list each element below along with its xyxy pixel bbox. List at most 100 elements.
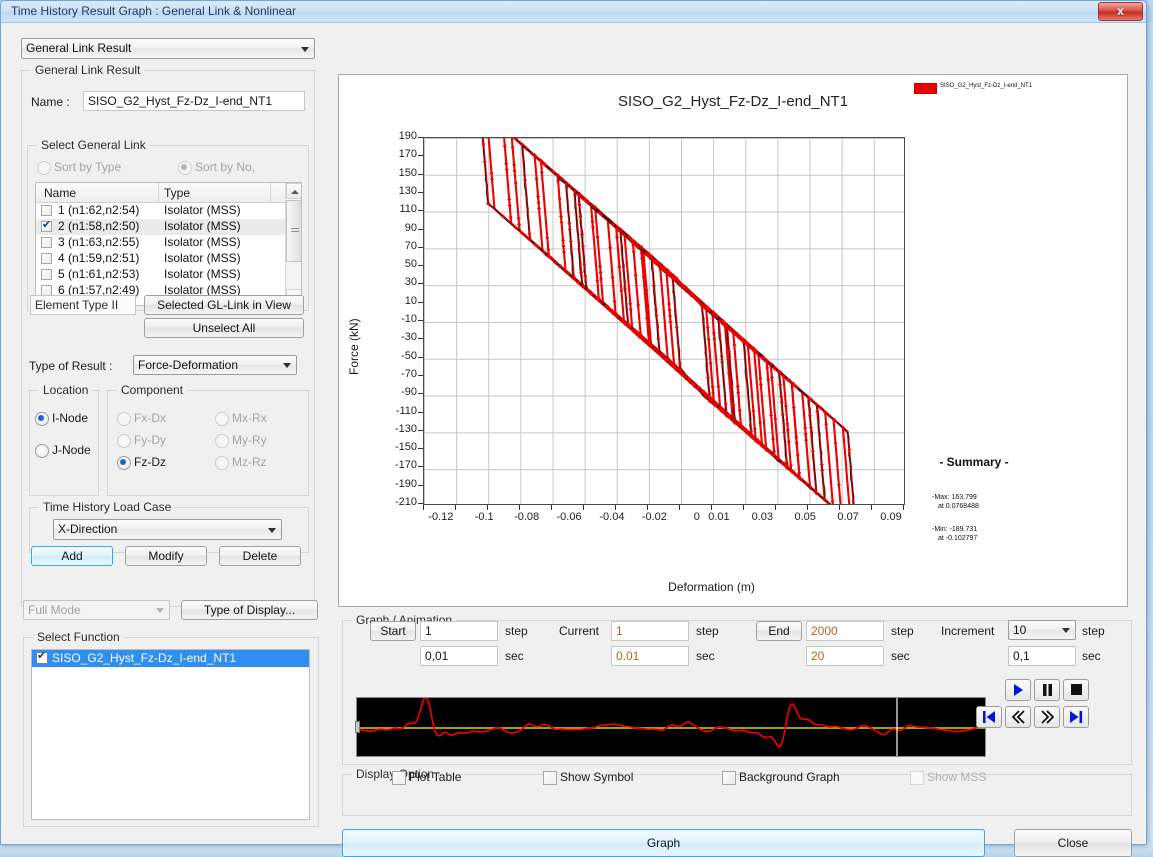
data-point-marker bbox=[656, 337, 660, 341]
data-point-marker bbox=[632, 249, 636, 253]
end-step-field[interactable]: 2000 bbox=[806, 621, 884, 641]
component-fy-dy-radio[interactable]: Fy-Dy bbox=[117, 433, 166, 447]
component-fz-dz-radio[interactable]: Fz-Dz bbox=[117, 455, 166, 469]
scrollbar-thumb[interactable] bbox=[286, 200, 302, 262]
y-tick-label: -170 bbox=[377, 459, 417, 471]
x-tick-label: -0.08 bbox=[506, 511, 548, 523]
row-checkbox[interactable] bbox=[41, 253, 52, 264]
load-case-combo[interactable]: X-Direction bbox=[53, 519, 282, 540]
row-type: Isolator (MSS) bbox=[164, 219, 241, 233]
x-tick-label: -0.06 bbox=[548, 511, 590, 523]
name-label: Name : bbox=[31, 95, 70, 109]
background-graph-checkbox[interactable]: Background Graph bbox=[722, 770, 840, 784]
time-history-result-dialog: Time History Result Graph : General Link… bbox=[0, 0, 1147, 845]
header-separator bbox=[158, 183, 159, 203]
start-sec-unit: sec bbox=[505, 649, 524, 663]
pause-button[interactable] bbox=[1034, 679, 1060, 701]
list-item[interactable]: SISO_G2_Hyst_Fz-Dz_I-end_NT1 bbox=[32, 650, 309, 667]
current-sec-unit: sec bbox=[696, 649, 715, 663]
step-forward-button[interactable] bbox=[1034, 706, 1060, 728]
data-point-marker bbox=[711, 391, 715, 395]
mode-combo[interactable]: Full Mode bbox=[23, 600, 170, 620]
function-list[interactable]: SISO_G2_Hyst_Fz-Dz_I-end_NT1 bbox=[31, 649, 310, 820]
modify-button[interactable]: Modify bbox=[125, 546, 207, 566]
start-sec-field[interactable]: 0,01 bbox=[420, 646, 498, 666]
data-point-marker bbox=[712, 337, 716, 341]
component-mz-rz-radio[interactable]: Mz-Rz bbox=[215, 455, 267, 469]
data-point-marker bbox=[785, 422, 789, 426]
stop-button[interactable] bbox=[1063, 679, 1089, 701]
close-button[interactable]: Close bbox=[1014, 829, 1132, 857]
y-tick-label: 150 bbox=[377, 167, 417, 179]
window-close-button[interactable]: x bbox=[1098, 2, 1143, 21]
delete-button[interactable]: Delete bbox=[219, 546, 301, 566]
data-point-marker bbox=[789, 464, 793, 468]
increment-sec-field[interactable]: 0,1 bbox=[1008, 646, 1076, 666]
data-point-marker bbox=[720, 354, 724, 358]
table-row[interactable]: 1 (n1:62,n2:54) Isolator (MSS) bbox=[36, 203, 301, 219]
end-button[interactable]: End bbox=[756, 621, 802, 641]
function-checkbox[interactable] bbox=[36, 652, 48, 664]
row-checkbox[interactable] bbox=[41, 205, 52, 216]
show-mss-checkbox[interactable]: Show MSS bbox=[910, 770, 986, 784]
type-of-result-combo[interactable]: Force-Deformation bbox=[133, 355, 297, 375]
hysteresis-loop bbox=[616, 225, 833, 504]
animation-position-handle[interactable] bbox=[355, 721, 360, 733]
time-history-animation-strip[interactable] bbox=[356, 697, 986, 757]
data-point-marker bbox=[536, 195, 540, 199]
link-name-field[interactable]: SISO_G2_Hyst_Fz-Dz_I-end_NT1 bbox=[83, 91, 305, 111]
start-step-field[interactable]: 1 bbox=[420, 621, 498, 641]
row-checkbox[interactable] bbox=[41, 237, 52, 248]
play-button[interactable] bbox=[1005, 679, 1031, 701]
location-i-node-radio[interactable]: I-Node bbox=[35, 411, 88, 425]
list-header: Name Type bbox=[36, 183, 301, 203]
show-symbol-checkbox[interactable]: Show Symbol bbox=[543, 770, 633, 784]
component-fx-dx-radio[interactable]: Fx-Dx bbox=[117, 411, 166, 425]
data-point-marker bbox=[508, 203, 512, 207]
row-checkbox[interactable] bbox=[41, 221, 52, 232]
add-button[interactable]: Add bbox=[31, 546, 113, 566]
increment-combo[interactable]: 10 bbox=[1008, 620, 1076, 640]
data-point-marker bbox=[561, 244, 565, 248]
type-of-display-button[interactable]: Type of Display... bbox=[181, 600, 318, 620]
chevron-down-icon bbox=[156, 608, 164, 613]
first-step-button[interactable] bbox=[976, 706, 1002, 728]
table-row[interactable]: 3 (n1:63,n2:55) Isolator (MSS) bbox=[36, 235, 301, 251]
current-step-field[interactable]: 1 bbox=[611, 621, 689, 641]
row-type: Isolator (MSS) bbox=[164, 203, 241, 217]
data-point-marker bbox=[654, 313, 658, 317]
list-scrollbar[interactable] bbox=[285, 183, 301, 305]
data-point-marker bbox=[847, 503, 851, 504]
component-mx-rx-radio[interactable]: Mx-Rx bbox=[215, 411, 267, 425]
scroll-up-button[interactable] bbox=[286, 183, 302, 199]
selected-gl-link-in-view-button[interactable]: Selected GL-Link in View bbox=[144, 295, 304, 315]
component-my-ry-radio[interactable]: My-Ry bbox=[215, 433, 267, 447]
data-point-marker bbox=[514, 181, 518, 185]
result-type-combo[interactable]: General Link Result bbox=[21, 38, 315, 59]
current-sec-field[interactable]: 0.01 bbox=[611, 646, 689, 666]
last-step-button[interactable] bbox=[1063, 706, 1089, 728]
graph-button[interactable]: Graph bbox=[342, 829, 985, 857]
unselect-all-button[interactable]: Unselect All bbox=[144, 318, 304, 338]
table-row[interactable]: 4 (n1:59,n2:51) Isolator (MSS) bbox=[36, 251, 301, 267]
start-button[interactable]: Start bbox=[370, 621, 416, 641]
end-sec-field[interactable]: 20 bbox=[806, 646, 884, 666]
data-point-marker bbox=[595, 279, 599, 283]
data-point-marker bbox=[537, 201, 541, 205]
step-back-button[interactable] bbox=[1005, 706, 1031, 728]
location-j-node-radio[interactable]: J-Node bbox=[35, 443, 91, 457]
general-link-list[interactable]: Name Type 1 (n1:62,n2:54) Isolator (MSS)… bbox=[35, 182, 302, 306]
table-row[interactable]: 2 (n1:58,n2:50) Isolator (MSS) bbox=[36, 219, 301, 235]
data-point-marker bbox=[709, 361, 713, 365]
plot-table-checkbox[interactable]: Plot Table bbox=[392, 770, 461, 784]
table-row[interactable]: 5 (n1:61,n2:53) Isolator (MSS) bbox=[36, 267, 301, 283]
sort-by-no-radio[interactable]: Sort by No, bbox=[178, 160, 255, 174]
sort-by-type-radio[interactable]: Sort by Type bbox=[37, 160, 121, 174]
summary-title: - Summary - bbox=[914, 455, 1034, 469]
fx-dx-label: Fx-Dx bbox=[134, 411, 166, 425]
chevron-down-icon bbox=[1062, 628, 1070, 633]
y-tick-label: 10 bbox=[377, 295, 417, 307]
row-checkbox[interactable] bbox=[41, 269, 52, 280]
data-point-marker bbox=[517, 217, 521, 221]
data-point-marker bbox=[769, 413, 773, 417]
